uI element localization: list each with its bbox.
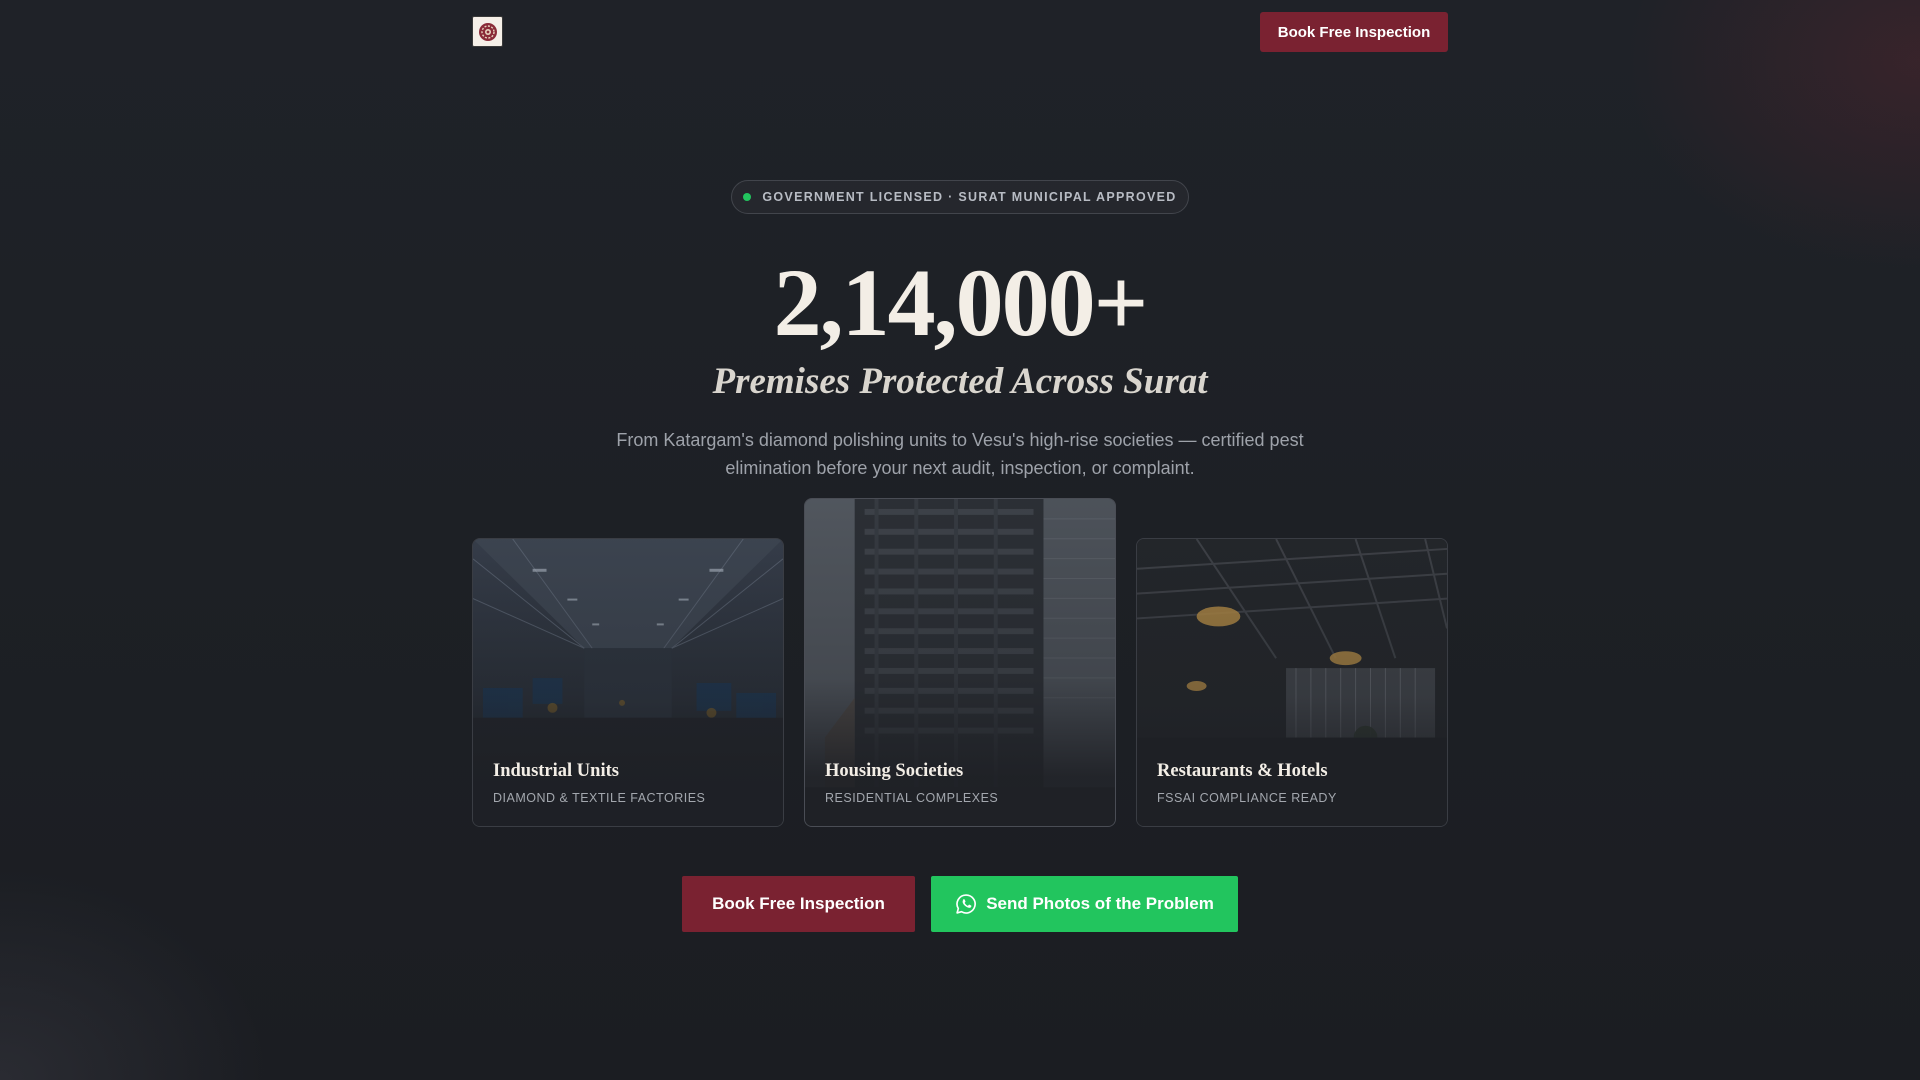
card-title: Industrial Units <box>493 761 619 781</box>
whatsapp-icon <box>955 893 977 915</box>
card-overlay <box>473 539 783 826</box>
card-tag: RESIDENTIAL COMPLEXES <box>825 791 999 805</box>
shield-emblem-icon <box>478 22 497 41</box>
hero-description: From Katargam's diamond polishing units … <box>616 430 1304 478</box>
card-housing-societies[interactable]: Housing Societies RESIDENTIAL COMPLEXES <box>804 498 1116 827</box>
card-restaurants-hotels[interactable]: Restaurants & Hotels FSSAI COMPLIANCE RE… <box>1136 538 1448 827</box>
hero-subtitle: Premises Protected Across Surat <box>712 361 1208 402</box>
license-badge: GOVERNMENT LICENSED · SURAT MUNICIPAL AP… <box>731 180 1189 214</box>
card-tag: FSSAI COMPLIANCE READY <box>1157 791 1337 805</box>
logo[interactable] <box>472 16 503 47</box>
whatsapp-send-photos-button[interactable]: Send Photos of the Problem <box>931 876 1238 932</box>
whatsapp-button-label: Send Photos of the Problem <box>986 894 1214 913</box>
card-title: Housing Societies <box>825 761 964 781</box>
card-tag: DIAMOND & TEXTILE FACTORIES <box>493 791 706 805</box>
status-dot <box>743 193 752 201</box>
card-overlay <box>1137 539 1447 826</box>
hero-stat-number: 2,14,000+ <box>773 249 1149 356</box>
site-header: Book Free Inspection <box>0 0 1920 64</box>
badge-text: GOVERNMENT LICENSED · SURAT MUNICIPAL AP… <box>762 190 1177 204</box>
book-inspection-button[interactable]: Book Free Inspection <box>682 876 915 932</box>
card-industrial-units[interactable]: Industrial Units DIAMOND & TEXTILE FACTO… <box>472 538 784 827</box>
card-title: Restaurants & Hotels <box>1157 761 1328 781</box>
header-book-inspection-button[interactable]: Book Free Inspection <box>1260 12 1448 52</box>
